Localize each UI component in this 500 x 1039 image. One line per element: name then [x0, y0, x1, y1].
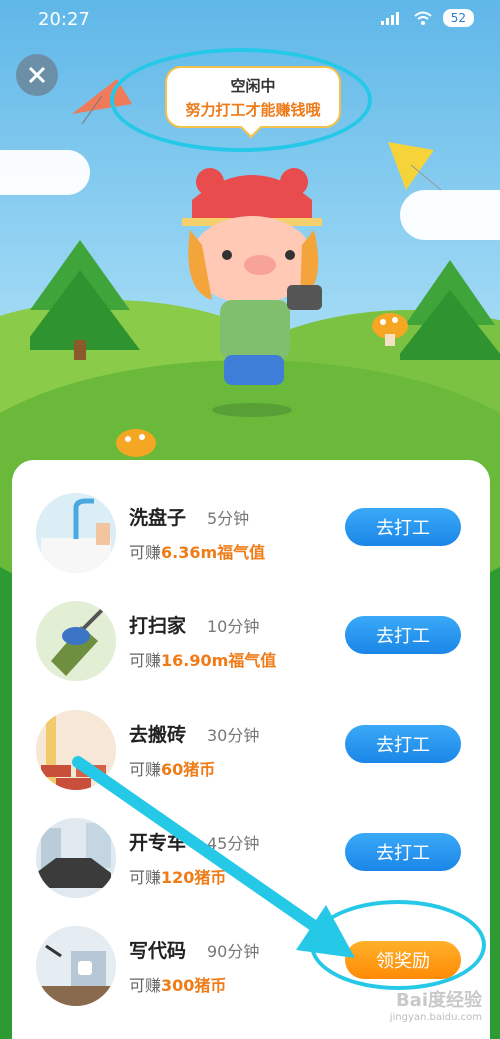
watermark-logo: Bai度经验 jingyan.baidu.com	[390, 986, 482, 1023]
watermark-brand: Bai度经验	[395, 990, 482, 1011]
annotation-arrow	[72, 756, 355, 958]
highlight-ring	[310, 900, 486, 990]
watermark-url: jingyan.baidu.com	[389, 1012, 482, 1023]
game-scene: 20:27 52 空闲中 努力打工才能赚钱哦 洗盘子 5分钟 可赚6.36m福气…	[0, 0, 500, 1039]
